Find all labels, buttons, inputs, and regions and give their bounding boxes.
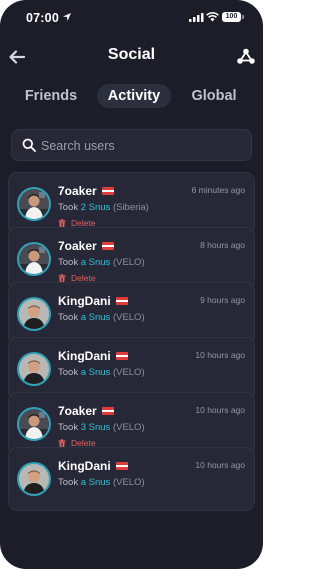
- activity-text: Took 3 Snus (VELO): [58, 422, 145, 433]
- user-name[interactable]: 7oaker: [58, 239, 97, 253]
- search-input[interactable]: [41, 136, 241, 156]
- wifi-icon: [206, 12, 219, 22]
- snus-amount: a Snus: [80, 367, 111, 378]
- avatar-photo: [19, 354, 49, 384]
- phone-screen: 07:00 100 Social Friends Activity Global…: [0, 0, 263, 569]
- name-row: KingDani: [58, 458, 128, 474]
- avatar-photo: [19, 464, 49, 494]
- snus-amount: 3 Snus: [80, 422, 111, 433]
- time-ago: 6 minutes ago: [191, 185, 245, 195]
- took-label: Took: [58, 422, 79, 433]
- user-name[interactable]: 7oaker: [58, 184, 97, 198]
- snus-brand: (VELO): [112, 312, 145, 323]
- user-name[interactable]: KingDani: [58, 294, 111, 308]
- snus-amount: a Snus: [80, 477, 111, 488]
- avatar[interactable]: [17, 352, 51, 386]
- avatar[interactable]: [17, 242, 51, 276]
- name-row: KingDani: [58, 348, 128, 364]
- avatar-photo: [19, 299, 49, 329]
- status-time: 07:00: [26, 11, 59, 25]
- name-row: 7oaker: [58, 403, 114, 419]
- avatar-photo: [19, 189, 49, 219]
- snus-amount: a Snus: [80, 257, 111, 268]
- took-label: Took: [58, 477, 79, 488]
- snus-amount: a Snus: [80, 312, 111, 323]
- activity-text: Took a Snus (VELO): [58, 477, 145, 488]
- time-ago: 10 hours ago: [195, 405, 245, 415]
- snus-brand: (VELO): [112, 257, 145, 268]
- time-ago: 10 hours ago: [195, 460, 245, 470]
- time-ago: 8 hours ago: [200, 240, 245, 250]
- page-title: Social: [107, 46, 156, 63]
- status-bar: 07:00 100: [0, 0, 263, 34]
- name-row: 7oaker: [58, 183, 114, 199]
- avatar-photo: [19, 409, 49, 439]
- user-name[interactable]: KingDani: [58, 459, 111, 473]
- avatar[interactable]: [17, 187, 51, 221]
- snus-brand: (VELO): [112, 422, 145, 433]
- avatar[interactable]: [17, 297, 51, 331]
- tab-activity[interactable]: Activity: [97, 84, 171, 108]
- austria-flag-icon: [115, 297, 128, 305]
- austria-flag-icon: [101, 242, 114, 250]
- battery-indicator: 100: [222, 12, 241, 22]
- austria-flag-icon: [101, 407, 114, 415]
- signal-icon: [189, 13, 204, 22]
- tab-global[interactable]: Global: [185, 84, 243, 108]
- location-arrow-icon: [63, 13, 71, 21]
- took-label: Took: [58, 367, 79, 378]
- tab-friends[interactable]: Friends: [18, 84, 84, 108]
- share-icon[interactable]: [236, 47, 256, 67]
- snus-brand: (VELO): [112, 367, 145, 378]
- took-label: Took: [58, 202, 79, 213]
- avatar[interactable]: [17, 462, 51, 496]
- battery-tip: [242, 15, 244, 19]
- user-name[interactable]: 7oaker: [58, 404, 97, 418]
- time-ago: 10 hours ago: [195, 350, 245, 360]
- activity-text: Took a Snus (VELO): [58, 367, 145, 378]
- search-icon: [22, 138, 36, 152]
- activity-card[interactable]: KingDani 10 hours ago Took a Snus (VELO): [8, 447, 255, 511]
- user-name[interactable]: KingDani: [58, 349, 111, 363]
- name-row: KingDani: [58, 293, 128, 309]
- tab-bar: Friends Activity Global: [0, 82, 263, 110]
- snus-brand: (Siberia): [112, 202, 149, 213]
- austria-flag-icon: [115, 462, 128, 470]
- search-box[interactable]: [11, 129, 252, 161]
- avatar[interactable]: [17, 407, 51, 441]
- name-row: 7oaker: [58, 238, 114, 254]
- took-label: Took: [58, 257, 79, 268]
- time-ago: 9 hours ago: [200, 295, 245, 305]
- avatar-photo: [19, 244, 49, 274]
- snus-amount: 2 Snus: [80, 202, 111, 213]
- austria-flag-icon: [115, 352, 128, 360]
- took-label: Took: [58, 312, 79, 323]
- activity-text: Took a Snus (VELO): [58, 312, 145, 323]
- austria-flag-icon: [101, 187, 114, 195]
- snus-brand: (VELO): [112, 477, 145, 488]
- activity-text: Took a Snus (VELO): [58, 257, 145, 268]
- activity-text: Took 2 Snus (Siberia): [58, 202, 149, 213]
